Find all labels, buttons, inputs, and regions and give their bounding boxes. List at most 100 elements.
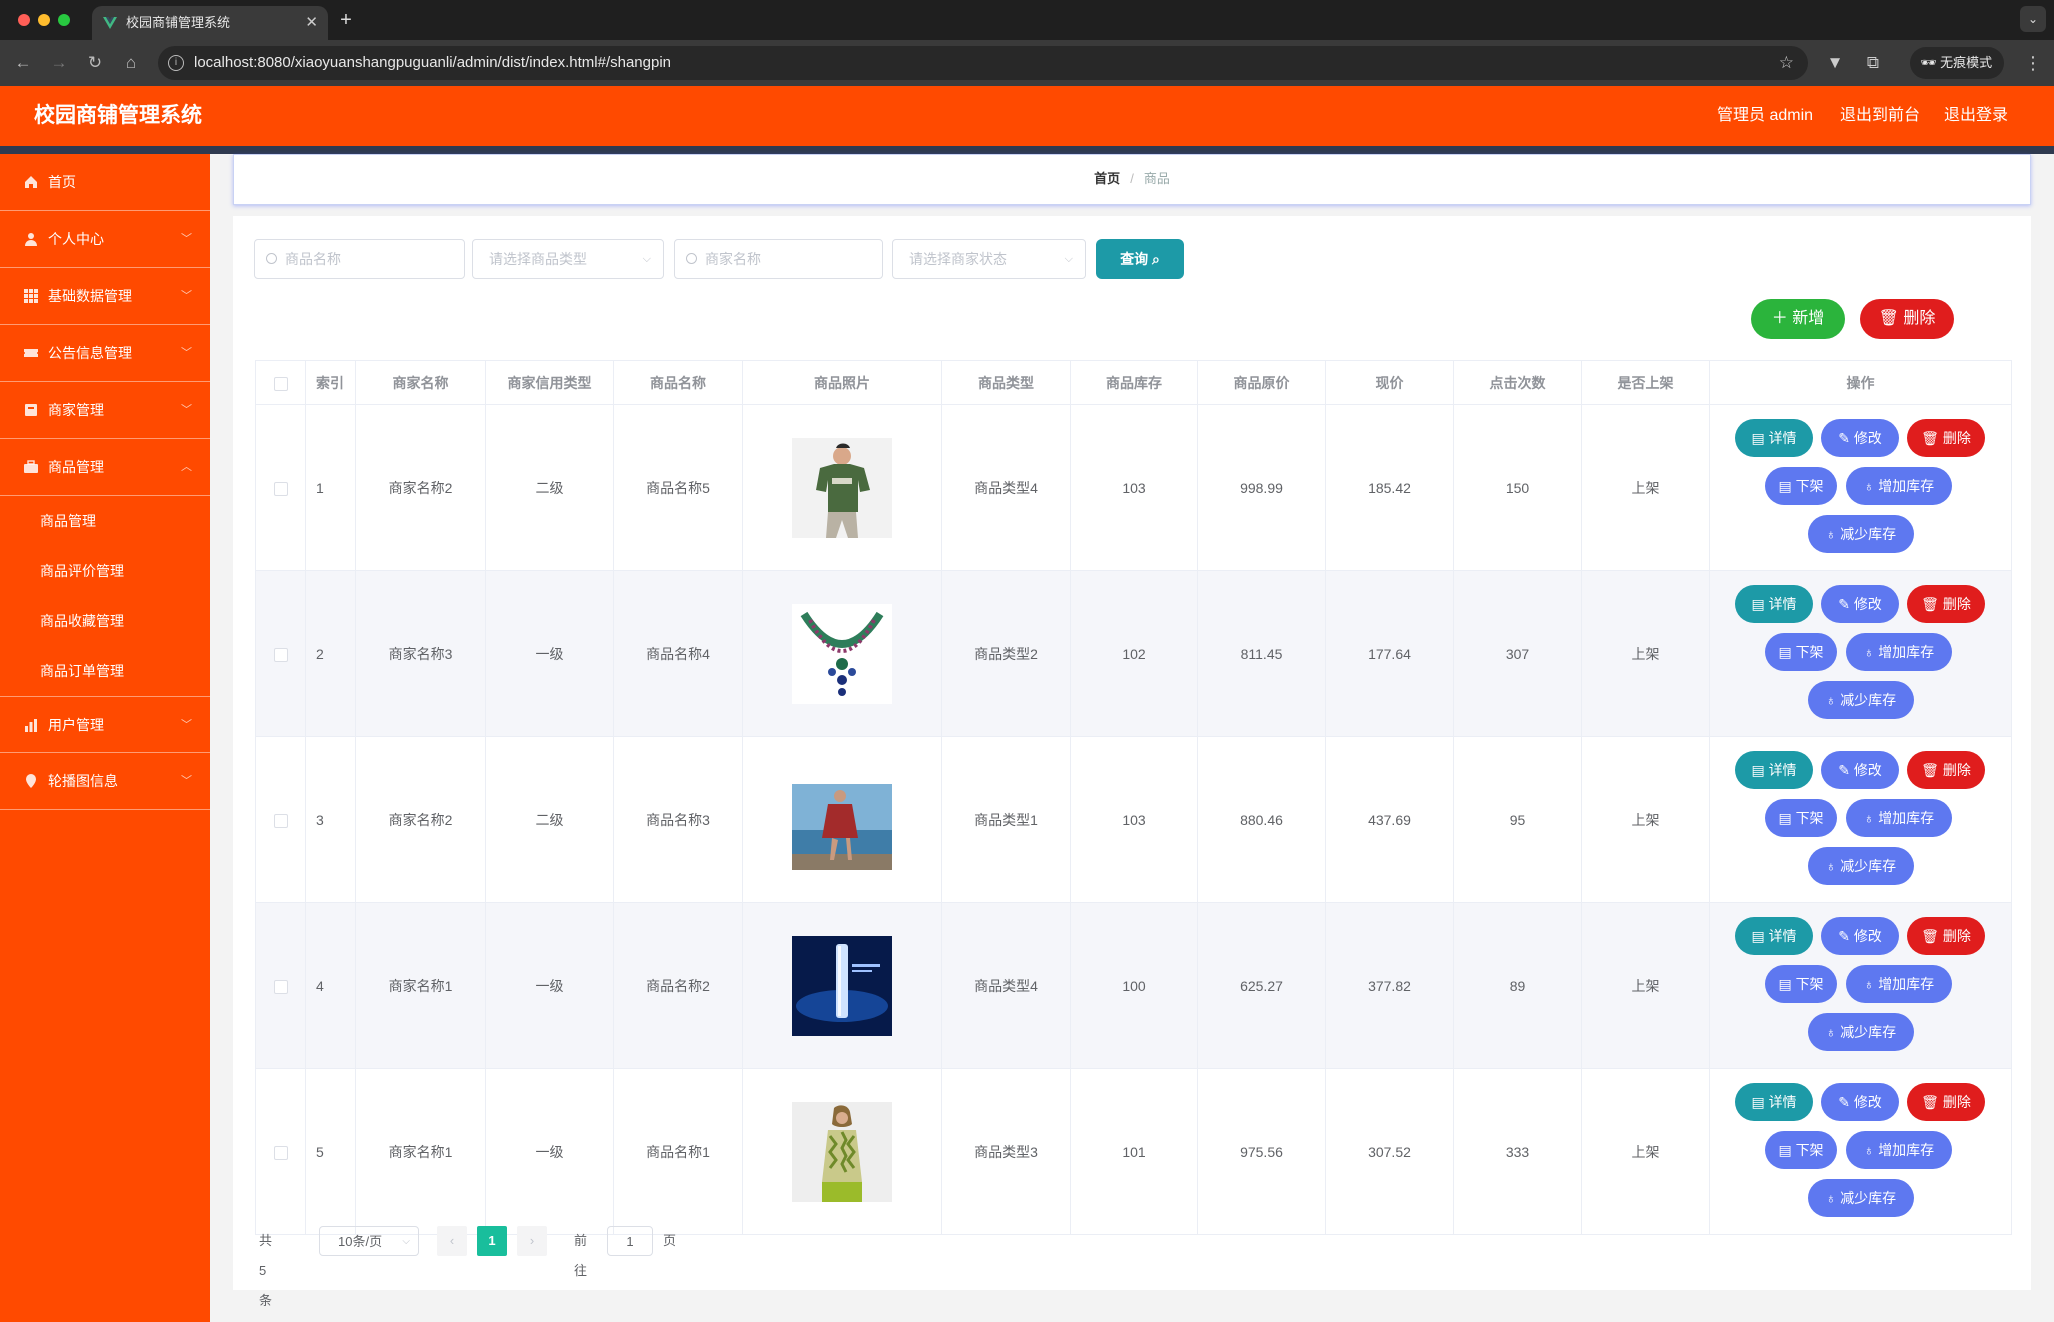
row-checkbox[interactable] xyxy=(273,481,288,496)
back-icon[interactable]: ← xyxy=(12,51,34,75)
reduce-stock-button[interactable]: ♁ 减少库存 xyxy=(1808,681,1914,719)
sidebar-subitem-product-favorite[interactable]: 商品收藏管理 xyxy=(0,596,210,646)
goto-page-input[interactable]: 1 xyxy=(607,1226,653,1256)
incognito-badge[interactable]: 🕶 无痕模式 xyxy=(1910,47,2005,79)
detail-button[interactable]: ▤ 详情 xyxy=(1735,419,1813,457)
row-checkbox[interactable] xyxy=(273,813,288,828)
document-icon: ▤ xyxy=(1751,928,1765,944)
cell-actions: ▤ 详情 ✎ 修改 🗑 删除 ▤ 下架 ♁ 增加库存 ♁ 减少库存 xyxy=(1709,902,2012,1069)
delete-button[interactable]: 🗑 删除 xyxy=(1907,585,1985,623)
edit-button[interactable]: ✎ 修改 xyxy=(1821,751,1899,789)
incognito-icon: 🕶 xyxy=(1920,55,1937,70)
reduce-stock-button[interactable]: ♁ 减少库存 xyxy=(1808,515,1914,553)
page-number-current[interactable]: 1 xyxy=(477,1226,507,1256)
new-tab-button[interactable]: + xyxy=(336,6,356,34)
merchant-status-select[interactable]: 请选择商家状态 ⌵ xyxy=(892,239,1086,279)
product-photo-emerald-necklace[interactable] xyxy=(792,603,892,704)
offshelf-button[interactable]: ▤ 下架 xyxy=(1765,1131,1837,1169)
offshelf-button[interactable]: ▤ 下架 xyxy=(1765,633,1837,671)
delete-button[interactable]: 🗑 删除 xyxy=(1907,917,1985,955)
offshelf-button[interactable]: ▤ 下架 xyxy=(1765,799,1837,837)
edit-button[interactable]: ✎ 修改 xyxy=(1821,585,1899,623)
sidebar-subitem-product-manage[interactable]: 商品管理 xyxy=(0,496,210,546)
home-page-icon[interactable]: ⌂ xyxy=(120,51,142,75)
sidebar-item-home[interactable]: 首页 xyxy=(0,154,210,211)
product-photo-green-print-dress[interactable] xyxy=(792,1101,892,1202)
edit-button[interactable]: ✎ 修改 xyxy=(1821,1083,1899,1121)
sidebar-item-product[interactable]: 商品管理 ︿ xyxy=(0,439,210,496)
sidebar-item-basic-data[interactable]: 基础数据管理 ﹀ xyxy=(0,268,210,325)
row-checkbox[interactable] xyxy=(273,979,288,994)
add-stock-button[interactable]: ♁ 增加库存 xyxy=(1846,467,1952,505)
product-photo-green-tshirt[interactable] xyxy=(792,437,892,538)
maximize-window-button[interactable] xyxy=(58,14,70,26)
sidebar-item-personal-center[interactable]: 个人中心 ﹀ xyxy=(0,211,210,268)
browser-menu-icon[interactable]: ⋮ xyxy=(2024,50,2042,76)
breadcrumb-home[interactable]: 首页 xyxy=(1094,171,1120,186)
vue-devtools-icon[interactable]: ▼ xyxy=(1822,50,1848,76)
add-stock-button[interactable]: ♁ 增加库存 xyxy=(1846,1131,1952,1169)
minimize-window-button[interactable] xyxy=(38,14,50,26)
bulb-icon: ♁ xyxy=(1863,810,1875,826)
select-all-checkbox-cell[interactable] xyxy=(255,360,306,405)
edit-button[interactable]: ✎ 修改 xyxy=(1821,917,1899,955)
reduce-stock-button[interactable]: ♁ 减少库存 xyxy=(1808,847,1914,885)
sidebar: 首页 个人中心 ﹀ 基础数据管理 ﹀ 公告信息管理 ﹀ 商家管理 ﹀ 商品管理 … xyxy=(0,154,210,1322)
product-type-select[interactable]: 请选择商品类型 ⌵ xyxy=(472,239,664,279)
product-photo-blue-serum-ad[interactable] xyxy=(792,935,892,1036)
exit-to-front-link[interactable]: 退出到前台 xyxy=(1840,86,1920,146)
site-info-icon[interactable]: i xyxy=(168,55,184,71)
edit-button[interactable]: ✎ 修改 xyxy=(1821,419,1899,457)
close-tab-icon[interactable]: ✕ xyxy=(305,6,318,40)
row-checkbox[interactable] xyxy=(273,647,288,662)
next-page-button[interactable]: › xyxy=(517,1226,547,1256)
product-name-search-input[interactable]: 商品名称 xyxy=(254,239,465,279)
extensions-icon[interactable]: ⧉ xyxy=(1860,50,1886,76)
sidebar-item-announcement[interactable]: 公告信息管理 ﹀ xyxy=(0,325,210,382)
sidebar-item-carousel[interactable]: 轮播图信息 ﹀ xyxy=(0,753,210,810)
bookmark-star-icon[interactable]: ☆ xyxy=(1779,46,1794,80)
document-icon: ▤ xyxy=(1778,976,1792,992)
add-stock-button[interactable]: ♁ 增加库存 xyxy=(1846,965,1952,1003)
close-window-button[interactable] xyxy=(18,14,30,26)
row-checkbox-cell[interactable] xyxy=(255,1068,306,1235)
reduce-stock-button[interactable]: ♁ 减少库存 xyxy=(1808,1179,1914,1217)
browser-tab[interactable]: 校园商铺管理系统 ✕ xyxy=(92,6,328,40)
reduce-stock-button[interactable]: ♁ 减少库存 xyxy=(1808,1013,1914,1051)
forward-icon[interactable]: → xyxy=(48,51,70,75)
address-bar[interactable]: i localhost:8080/xiaoyuanshangpuguanli/a… xyxy=(158,46,1808,80)
delete-button[interactable]: 🗑 删除 xyxy=(1907,419,1985,457)
logout-link[interactable]: 退出登录 xyxy=(1944,86,2008,146)
query-button[interactable]: 查询 ⌕ xyxy=(1096,239,1184,279)
offshelf-button[interactable]: ▤ 下架 xyxy=(1765,965,1837,1003)
product-photo-red-dress-seaside[interactable] xyxy=(792,769,892,870)
sidebar-subitem-product-order[interactable]: 商品订单管理 xyxy=(0,646,210,696)
detail-button[interactable]: ▤ 详情 xyxy=(1735,917,1813,955)
tab-search-icon[interactable]: ⌄ xyxy=(2020,6,2046,32)
detail-button[interactable]: ▤ 详情 xyxy=(1735,751,1813,789)
select-all-checkbox[interactable] xyxy=(273,376,288,391)
row-checkbox-cell[interactable] xyxy=(255,736,306,903)
row-checkbox-cell[interactable] xyxy=(255,902,306,1069)
add-button[interactable]: ＋ 新增 xyxy=(1751,299,1845,339)
offshelf-button[interactable]: ▤ 下架 xyxy=(1765,467,1837,505)
cell-credit: 二级 xyxy=(485,404,614,571)
bulb-icon: ♁ xyxy=(1825,858,1837,874)
sidebar-item-merchant[interactable]: 商家管理 ﹀ xyxy=(0,382,210,439)
detail-button[interactable]: ▤ 详情 xyxy=(1735,1083,1813,1121)
batch-delete-button[interactable]: 🗑 删除 xyxy=(1860,299,1954,339)
sidebar-item-user[interactable]: 用户管理 ﹀ xyxy=(0,696,210,753)
sidebar-subitem-product-review[interactable]: 商品评价管理 xyxy=(0,546,210,596)
delete-button[interactable]: 🗑 删除 xyxy=(1907,751,1985,789)
add-stock-button[interactable]: ♁ 增加库存 xyxy=(1846,799,1952,837)
row-checkbox-cell[interactable] xyxy=(255,570,306,737)
row-checkbox[interactable] xyxy=(273,1145,288,1160)
page-size-select[interactable]: 10条/页 ⌵ xyxy=(319,1226,419,1256)
merchant-name-search-input[interactable]: 商家名称 xyxy=(674,239,883,279)
add-stock-button[interactable]: ♁ 增加库存 xyxy=(1846,633,1952,671)
row-checkbox-cell[interactable] xyxy=(255,404,306,571)
delete-button[interactable]: 🗑 删除 xyxy=(1907,1083,1985,1121)
reload-icon[interactable]: ↻ xyxy=(84,51,106,75)
detail-button[interactable]: ▤ 详情 xyxy=(1735,585,1813,623)
prev-page-button[interactable]: ‹ xyxy=(437,1226,467,1256)
